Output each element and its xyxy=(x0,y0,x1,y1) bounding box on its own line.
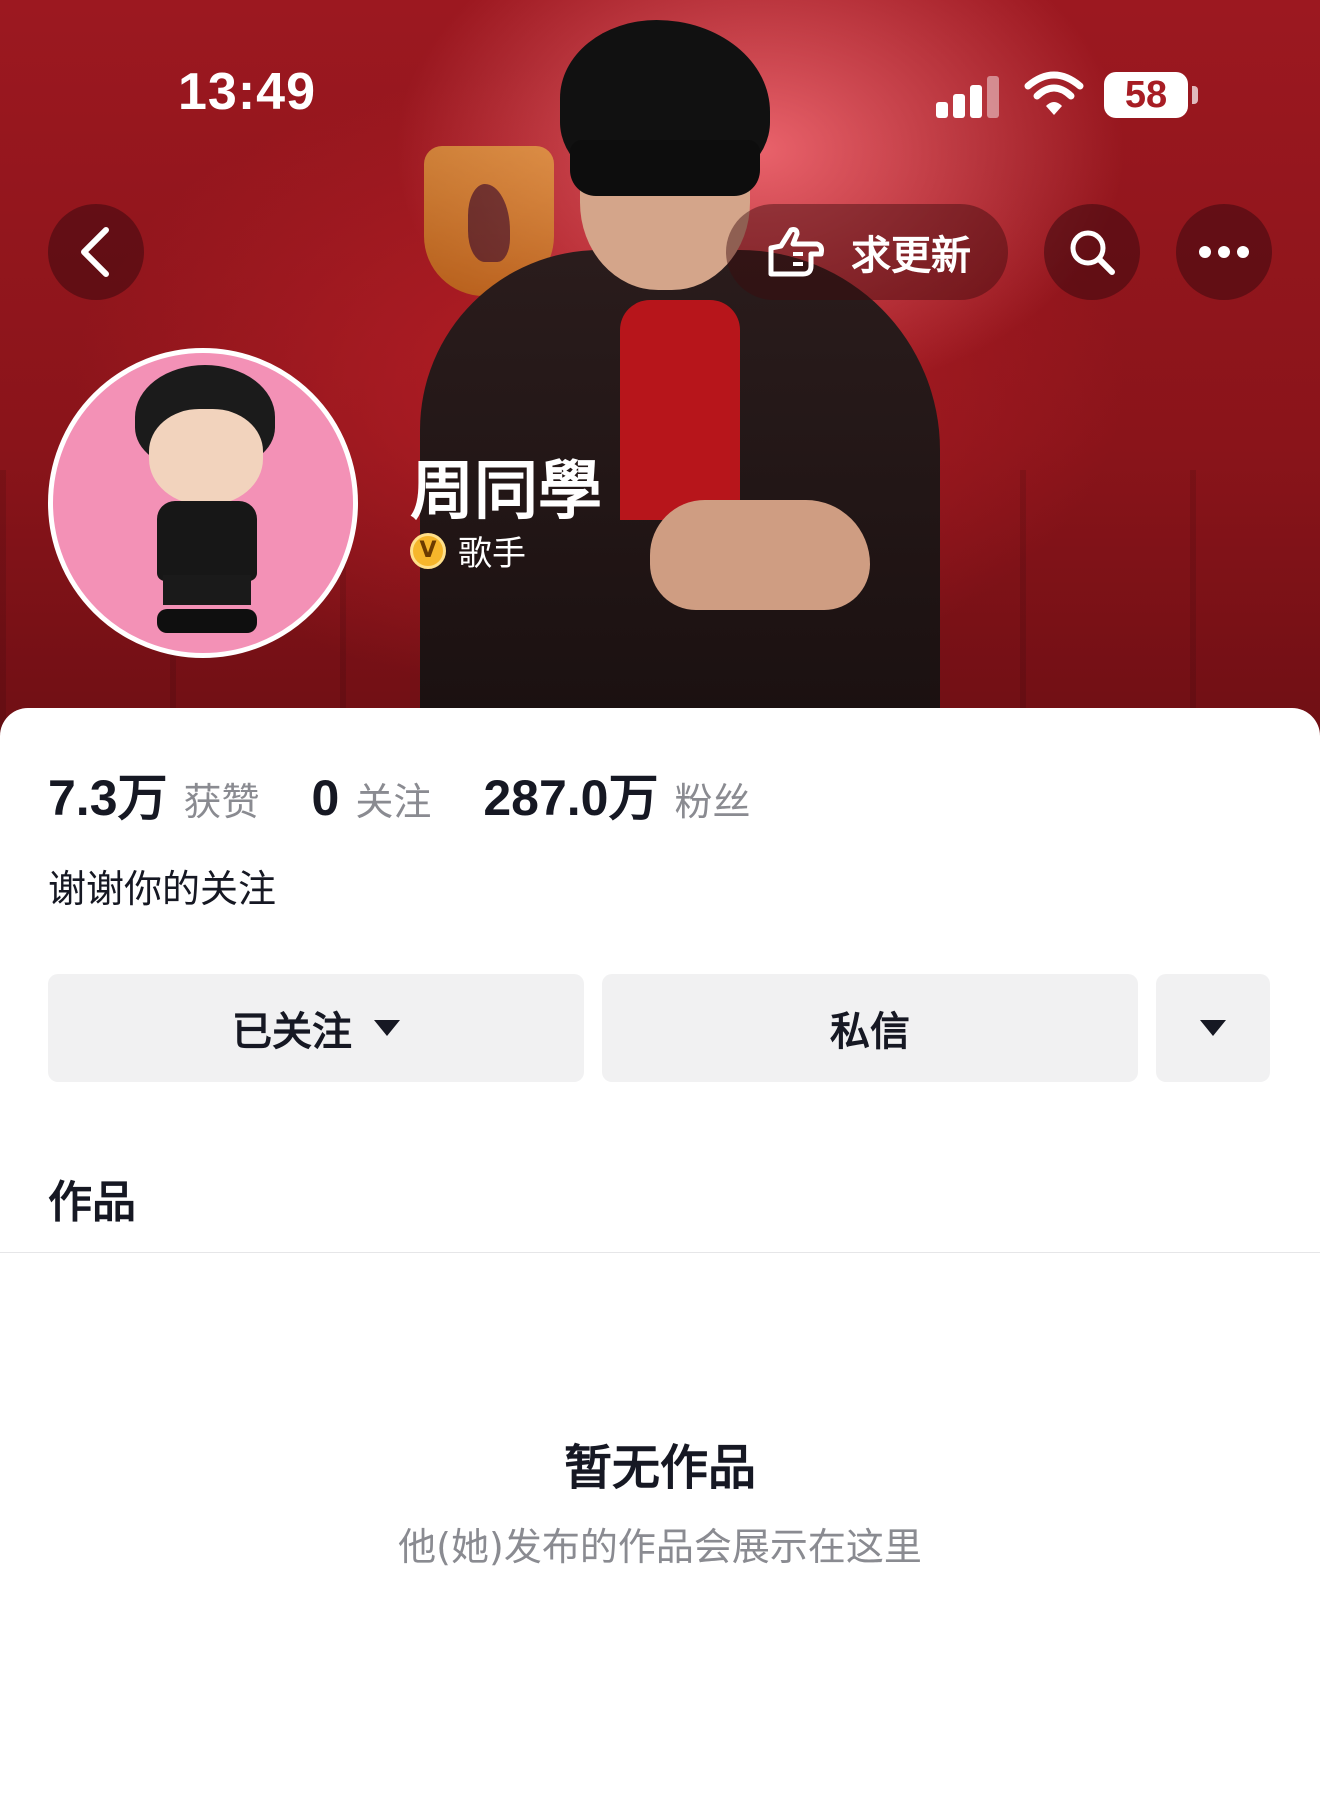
more-button[interactable] xyxy=(1176,204,1272,300)
stat-value: 287.0万 xyxy=(483,770,659,826)
signal-icon xyxy=(936,72,1000,118)
tab-works[interactable]: 作品 xyxy=(48,1166,136,1230)
action-buttons: 已关注 私信 xyxy=(48,974,1270,1082)
pointing-hand-icon xyxy=(768,227,824,277)
tab-divider xyxy=(0,1252,1320,1253)
status-time: 13:49 xyxy=(178,63,316,121)
more-dots-icon xyxy=(1199,246,1249,258)
profile-card: 7.3万 获赞 0 关注 287.0万 粉丝 谢谢你的关注 已关注 私信 作品 … xyxy=(0,708,1320,1804)
stat-followers[interactable]: 287.0万 粉丝 xyxy=(483,758,750,830)
empty-state-subtitle: 他(她)发布的作品会展示在这里 xyxy=(398,1525,922,1569)
stat-following[interactable]: 0 关注 xyxy=(312,769,432,827)
stat-label: 粉丝 xyxy=(674,780,751,824)
caret-down-icon xyxy=(374,1020,400,1036)
battery-level: 58 xyxy=(1124,73,1168,116)
following-button[interactable]: 已关注 xyxy=(48,974,584,1082)
cover-person-image xyxy=(420,0,980,740)
profile-bio: 谢谢你的关注 xyxy=(48,867,277,911)
battery-nub xyxy=(1192,86,1198,104)
stats-row: 7.3万 获赞 0 关注 287.0万 粉丝 xyxy=(48,758,751,830)
chevron-left-icon xyxy=(81,227,109,277)
stat-label: 关注 xyxy=(355,780,432,824)
search-button[interactable] xyxy=(1044,204,1140,300)
avatar[interactable] xyxy=(48,348,358,658)
more-options-dropdown[interactable] xyxy=(1156,974,1270,1082)
battery-icon: 58 xyxy=(1104,72,1188,118)
caret-down-icon xyxy=(1200,1020,1226,1036)
profile-role: 歌手 xyxy=(458,534,526,574)
stat-likes[interactable]: 7.3万 获赞 xyxy=(48,758,260,830)
back-button[interactable] xyxy=(48,204,144,300)
stat-value: 7.3万 xyxy=(48,770,168,826)
profile-name: 周同學 xyxy=(410,455,602,529)
verified-v-icon: V xyxy=(410,532,446,569)
wifi-icon xyxy=(1024,71,1084,115)
message-button[interactable]: 私信 xyxy=(602,974,1138,1082)
message-label: 私信 xyxy=(830,1009,910,1055)
request-update-label: 求更新 xyxy=(851,233,971,279)
verification-row: V 歌手 xyxy=(410,526,526,575)
request-update-button[interactable]: 求更新 xyxy=(726,204,1008,300)
stat-label: 获赞 xyxy=(183,780,260,824)
following-label: 已关注 xyxy=(232,1009,352,1055)
search-icon xyxy=(1070,230,1115,275)
stat-value: 0 xyxy=(311,770,340,826)
empty-state-title: 暂无作品 xyxy=(563,1440,756,1496)
